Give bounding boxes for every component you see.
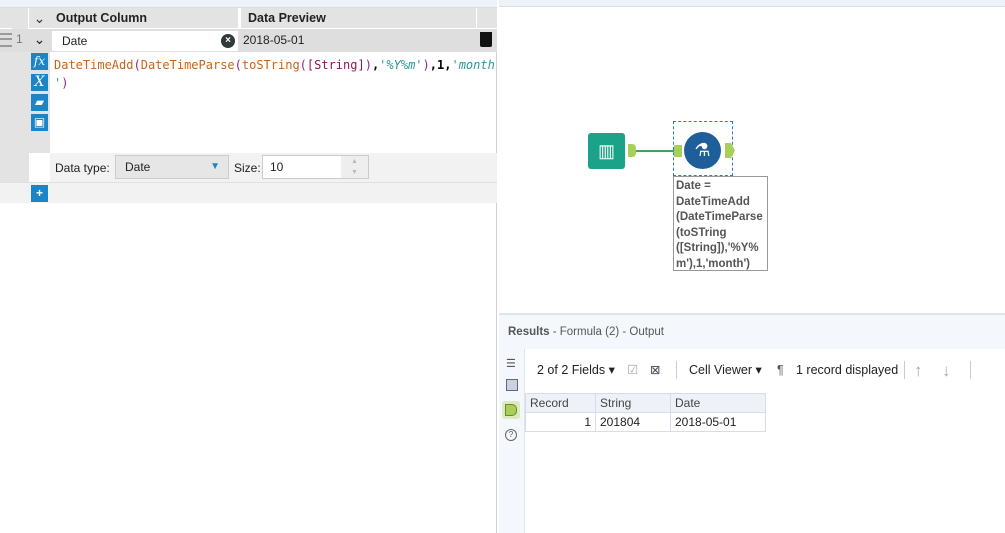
expression-token: [String] bbox=[306, 58, 365, 72]
divider bbox=[676, 361, 677, 379]
data-type-label: Data type: bbox=[55, 161, 110, 175]
size-stepper[interactable]: ▲ ▼ bbox=[341, 156, 368, 178]
output-anchor[interactable] bbox=[628, 144, 636, 157]
header-spacer bbox=[12, 8, 29, 29]
expression-token: ( bbox=[133, 58, 141, 72]
formula-header-row: ⌄ Output Column Data Preview bbox=[0, 8, 497, 29]
list-icon[interactable]: ☰ bbox=[506, 357, 516, 370]
metadata-icon[interactable] bbox=[506, 379, 518, 391]
tool-annotation: Date = DateTimeAdd (DateTimeParse (toSTr… bbox=[673, 176, 768, 271]
dropdown-arrow-icon: ▼ bbox=[210, 161, 220, 172]
column-header-record[interactable]: Record bbox=[525, 393, 596, 413]
output-anchor-selected[interactable] bbox=[502, 401, 520, 419]
cell-string[interactable]: 201804 bbox=[595, 412, 671, 432]
input-anchor[interactable] bbox=[674, 145, 682, 157]
expression-token: DateTimeParse bbox=[140, 58, 235, 72]
arrow-up-icon[interactable]: ↑ bbox=[914, 349, 923, 392]
header-output-column: Output Column bbox=[56, 11, 147, 25]
header-spacer bbox=[476, 8, 497, 29]
row-gutter bbox=[0, 52, 29, 182]
data-type-dropdown[interactable]: Date ▼ bbox=[115, 155, 229, 179]
expression-token: ) bbox=[422, 58, 430, 72]
results-subtitle: - Formula (2) - Output bbox=[549, 326, 664, 338]
expression-token: 'month bbox=[451, 58, 495, 72]
results-toolbar: 2 of 2 Fields ▾ ☑ ⊠ Cell Viewer ▾ ¶ 1 re… bbox=[526, 349, 1005, 392]
pilcrow-icon[interactable]: ¶ bbox=[777, 349, 784, 392]
size-input[interactable]: 10 ▲ ▼ bbox=[262, 155, 369, 179]
formula-row: 1 ⌄ Date × 2018-05-01 bbox=[0, 29, 497, 52]
expression-token: DateTimeAdd bbox=[54, 58, 134, 72]
divider bbox=[970, 361, 971, 379]
fields-label: 2 of 2 Fields bbox=[537, 363, 606, 377]
expression-token: toSTring bbox=[241, 58, 300, 72]
check-icon[interactable]: ☑ bbox=[627, 349, 638, 392]
connection-line bbox=[636, 150, 674, 152]
results-sidebar: ☰ ? bbox=[499, 349, 525, 533]
divider bbox=[904, 361, 905, 379]
fx-icon[interactable]: fx bbox=[31, 53, 48, 70]
row-chevron-icon[interactable]: ⌄ bbox=[29, 29, 50, 49]
cell-record[interactable]: 1 bbox=[525, 412, 596, 432]
table-row[interactable]: 1 201804 2018-05-01 bbox=[525, 412, 766, 432]
size-label: Size: bbox=[234, 161, 261, 175]
cell-date[interactable]: 2018-05-01 bbox=[670, 412, 766, 432]
data-type-value: Date bbox=[125, 160, 151, 174]
expression-token: ( bbox=[299, 58, 307, 72]
deselect-icon[interactable]: ⊠ bbox=[650, 349, 660, 392]
canvas-top-strip bbox=[499, 0, 1005, 7]
cell-viewer-label: Cell Viewer bbox=[689, 363, 752, 377]
cell-viewer-dropdown[interactable]: Cell Viewer ▾ bbox=[689, 349, 762, 392]
variable-x-icon[interactable]: X bbox=[31, 74, 48, 91]
formula-tool-flask-icon[interactable]: ⚗ bbox=[684, 132, 721, 169]
results-header: Results - Formula (2) - Output bbox=[499, 313, 1005, 349]
fields-dropdown[interactable]: 2 of 2 Fields ▾ bbox=[537, 349, 615, 392]
formula-icon-column: fx X ▰ ▣ bbox=[29, 52, 50, 153]
save-icon[interactable]: ▣ bbox=[31, 114, 48, 131]
drag-handle-icon[interactable] bbox=[0, 33, 12, 47]
data-preview-value: 2018-05-01 bbox=[243, 33, 305, 47]
delete-trash-icon[interactable] bbox=[480, 32, 492, 47]
results-table: Record String Date 1 201804 2018-05-01 bbox=[525, 393, 766, 432]
results-title: Results bbox=[508, 326, 550, 338]
size-value: 10 bbox=[270, 160, 284, 174]
record-count: 1 record displayed bbox=[796, 363, 899, 377]
expression-token: ) bbox=[364, 58, 372, 72]
data-type-row: Data type: Date ▼ Size: 10 ▲ ▼ bbox=[50, 153, 497, 182]
row-number: 1 bbox=[16, 32, 23, 46]
collapse-all-chevron-icon[interactable]: ⌄ bbox=[29, 8, 50, 29]
expression-token: ) bbox=[61, 76, 69, 90]
expression-token: , bbox=[429, 58, 437, 72]
panel-top-strip bbox=[0, 0, 497, 8]
arrow-down-icon[interactable]: ↓ bbox=[942, 349, 951, 392]
workflow-canvas[interactable]: ▥ ⚗ Date = DateTimeAdd (DateTimeParse (t… bbox=[499, 7, 1005, 313]
formula-output-anchor[interactable] bbox=[725, 143, 735, 158]
open-folder-icon[interactable]: ▰ bbox=[31, 94, 48, 111]
clear-icon[interactable]: × bbox=[221, 34, 235, 48]
help-icon[interactable]: ? bbox=[505, 429, 517, 441]
expression-editor[interactable]: DateTimeAdd(DateTimeParse(toSTring([Stri… bbox=[54, 56, 495, 92]
column-header-string[interactable]: String bbox=[595, 393, 671, 413]
expression-token: ( bbox=[234, 58, 242, 72]
expression-token: '%Y%m' bbox=[379, 58, 423, 72]
add-expression-plus-icon[interactable]: + bbox=[31, 185, 48, 202]
header-data-preview: Data Preview bbox=[238, 8, 476, 29]
output-column-input[interactable]: Date bbox=[52, 31, 238, 51]
column-header-date[interactable]: Date bbox=[670, 393, 766, 413]
input-data-tool-book-icon[interactable]: ▥ bbox=[588, 133, 625, 169]
add-row: + bbox=[0, 182, 497, 203]
